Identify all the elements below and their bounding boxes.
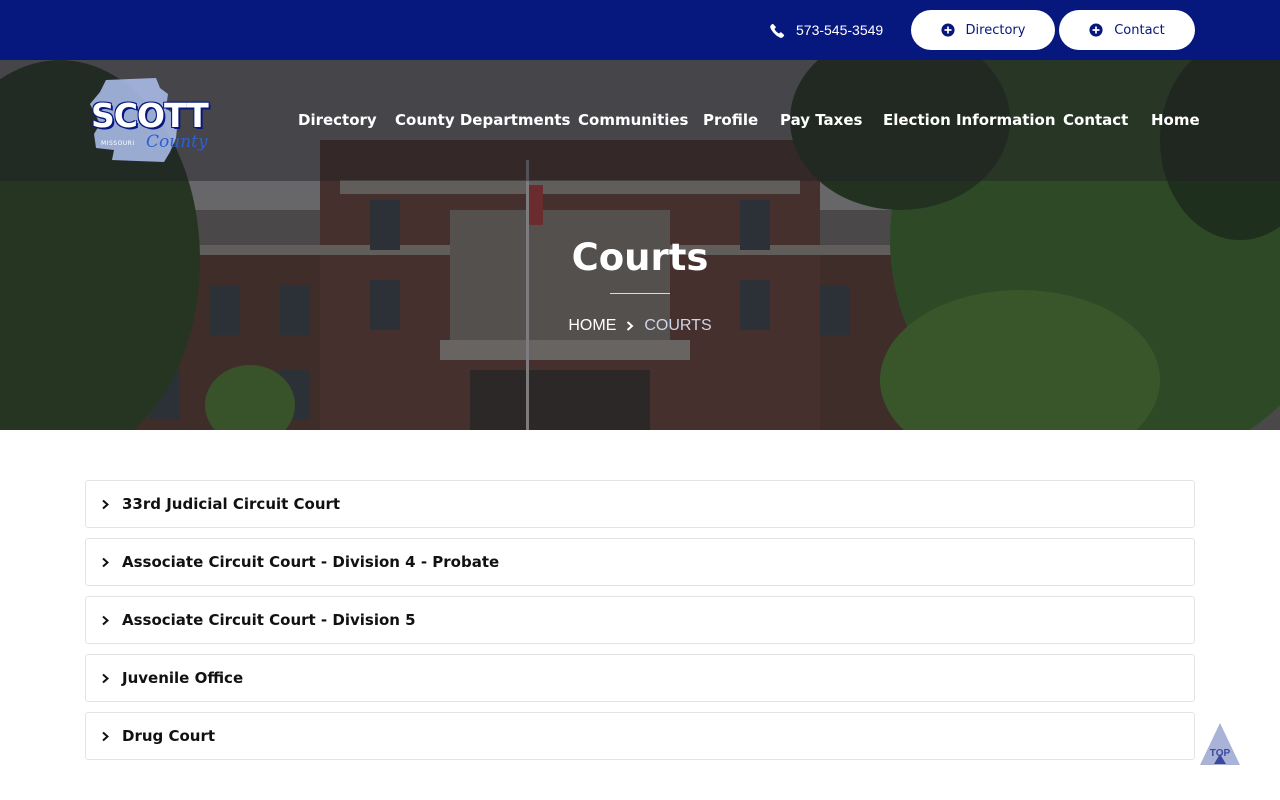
phone-number: 573-545-3549	[796, 22, 884, 38]
breadcrumb: HOME COURTS	[0, 317, 1280, 335]
nav-communities[interactable]: Communities	[578, 108, 689, 132]
phone-link[interactable]: 573-545-3549	[770, 19, 883, 41]
chevron-right-icon	[102, 673, 110, 683]
chevron-right-icon	[102, 557, 110, 567]
accordion-item-label: Drug Court	[122, 727, 216, 745]
directory-button-label: Directory	[965, 22, 1026, 38]
accordion-item-label: Associate Circuit Court - Division 5	[122, 611, 416, 629]
contact-button[interactable]: Contact	[1059, 10, 1195, 50]
directory-button[interactable]: Directory	[911, 10, 1055, 50]
nav-pay-taxes[interactable]: Pay Taxes	[780, 108, 862, 132]
title-divider	[610, 293, 670, 294]
contact-button-label: Contact	[1114, 22, 1165, 38]
back-to-top-button[interactable]	[1199, 722, 1241, 766]
accordion-item-label: Juvenile Office	[122, 669, 244, 687]
accordion-item-label: Associate Circuit Court - Division 4 - P…	[122, 553, 500, 571]
nav-profile[interactable]: Profile	[703, 108, 758, 132]
chevron-right-icon	[102, 731, 110, 741]
scott-county-logo[interactable]: SCOTT County MISSOURI	[86, 74, 218, 166]
accordion-item-drug-court[interactable]: Drug Court	[85, 712, 1195, 760]
accordion-item-33rd-judicial-circuit-court[interactable]: 33rd Judicial Circuit Court	[85, 480, 1195, 528]
chevron-right-icon	[102, 499, 110, 509]
accordion-item-division-5[interactable]: Associate Circuit Court - Division 5	[85, 596, 1195, 644]
plus-circle-icon	[940, 23, 955, 37]
logo-state-text: MISSOURI	[101, 140, 135, 147]
phone-icon	[770, 23, 785, 38]
page-title: Courts	[571, 236, 709, 279]
logo-main-text: SCOTT	[91, 96, 209, 135]
breadcrumb-current: COURTS	[644, 317, 712, 334]
plus-circle-icon	[1089, 23, 1103, 37]
back-to-top-label: TOP	[1209, 748, 1231, 759]
nav-home[interactable]: Home	[1151, 108, 1200, 132]
accordion-item-label: 33rd Judicial Circuit Court	[122, 495, 341, 513]
main-navbar: SCOTT County MISSOURI Directory County D…	[0, 60, 1280, 181]
breadcrumb-home-link[interactable]: HOME	[568, 317, 616, 335]
nav-directory[interactable]: Directory	[298, 108, 377, 132]
top-utility-bar: 573-545-3549 Directory Contact	[0, 0, 1280, 60]
logo-sub-text: County	[146, 132, 208, 152]
chevron-right-icon	[627, 321, 634, 331]
chevron-right-icon	[102, 615, 110, 625]
nav-county-departments[interactable]: County Departments	[395, 108, 570, 132]
nav-contact[interactable]: Contact	[1063, 108, 1128, 132]
nav-election-information[interactable]: Election Information	[883, 108, 1056, 132]
accordion-item-juvenile-office[interactable]: Juvenile Office	[85, 654, 1195, 702]
accordion-item-division-4-probate[interactable]: Associate Circuit Court - Division 4 - P…	[85, 538, 1195, 586]
